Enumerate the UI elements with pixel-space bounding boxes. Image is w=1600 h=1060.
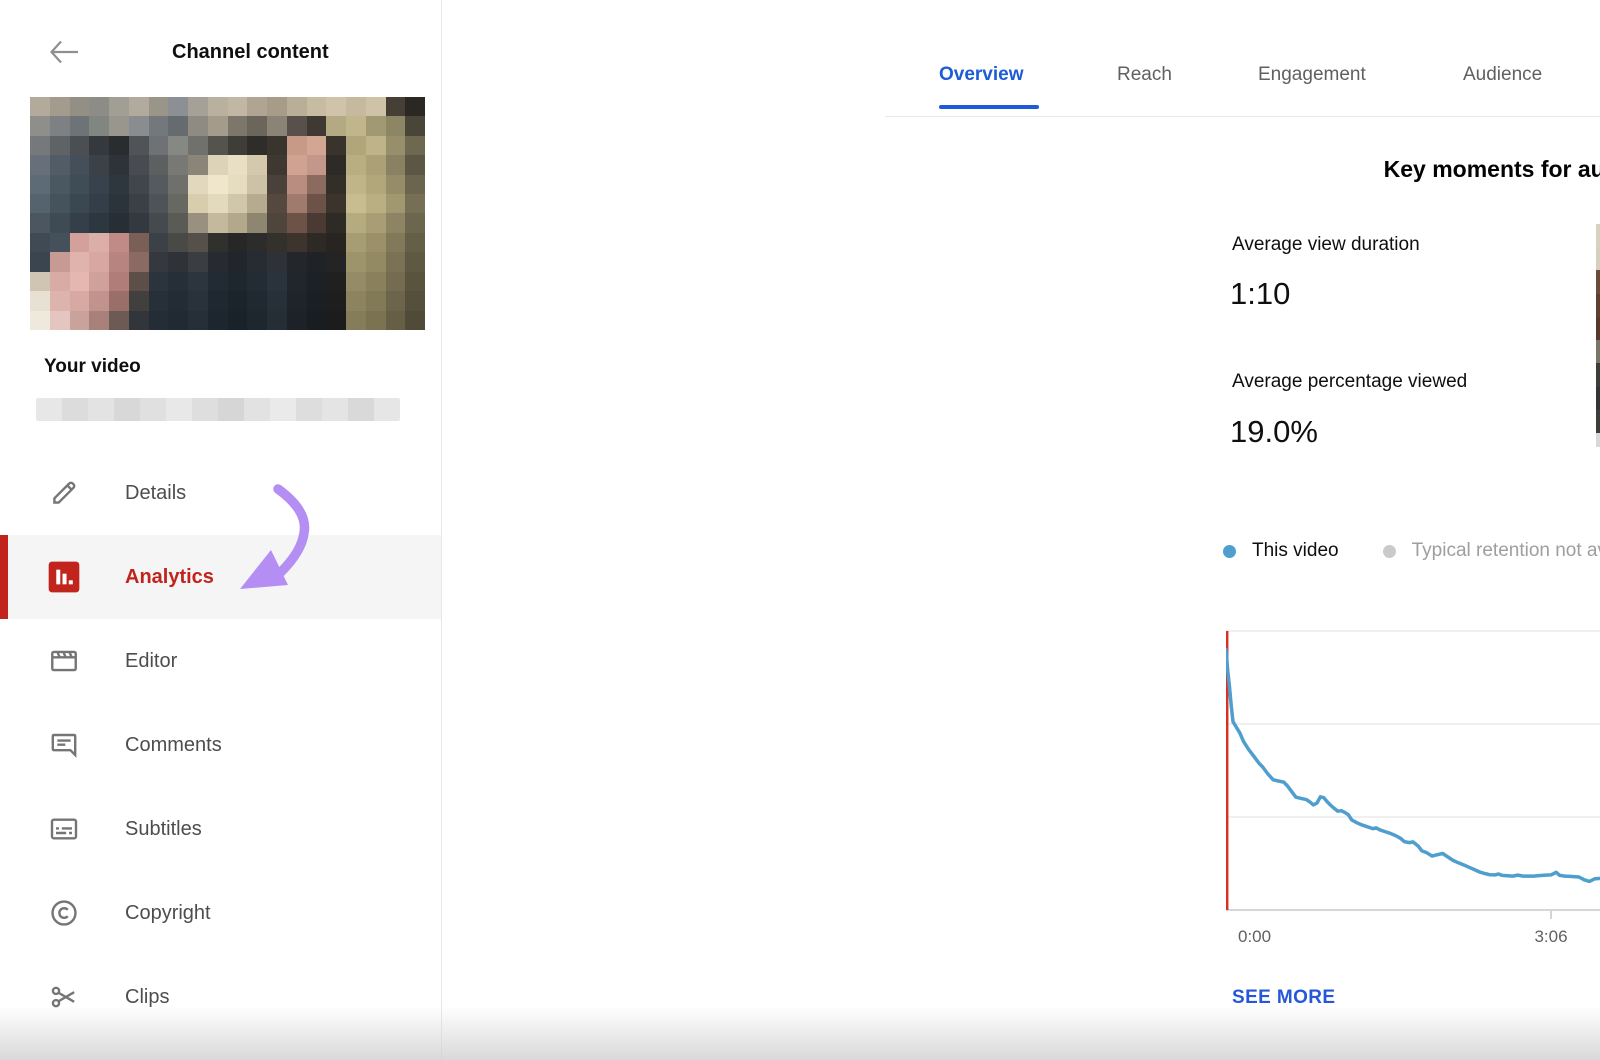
sidebar-item-label: Copyright <box>125 871 211 955</box>
svg-text:0:00: 0:00 <box>1238 927 1271 944</box>
legend-label: This video <box>1252 540 1339 562</box>
legend-typical-retention: Typical retention not available <box>1383 540 1600 562</box>
legend-dot-blue <box>1223 545 1236 558</box>
legend-dot-gray <box>1383 545 1396 558</box>
sidebar: Channel content Your video Details Analy… <box>0 0 442 1060</box>
sidebar-item-copyright[interactable]: Copyright <box>0 871 441 955</box>
tabs-divider <box>885 116 1600 117</box>
tab-audience[interactable]: Audience <box>1463 64 1542 86</box>
legend-label: Typical retention not available <box>1412 540 1600 562</box>
comment-icon <box>48 729 80 761</box>
sidebar-item-label: Clips <box>125 955 169 1039</box>
sidebar-item-analytics[interactable]: Analytics <box>0 535 441 619</box>
chart-legend: This video Typical retention not availab… <box>1223 538 1600 564</box>
tab-overview[interactable]: Overview <box>939 64 1024 86</box>
scissors-icon <box>48 981 80 1013</box>
main-panel: Overview Reach Engagement Audience Key m… <box>442 0 1600 1060</box>
sidebar-menu: Details Analytics Editor <box>0 451 441 1039</box>
avg-percentage-viewed-label: Average percentage viewed <box>1232 371 1467 393</box>
avg-percentage-viewed-value: 19.0% <box>1230 414 1318 450</box>
see-more-link[interactable]: SEE MORE <box>1232 987 1336 1009</box>
legend-this-video: This video <box>1223 540 1339 562</box>
sidebar-item-label: Editor <box>125 619 177 703</box>
sidebar-item-editor[interactable]: Editor <box>0 619 441 703</box>
video-thumbnail-pixelated <box>30 97 425 330</box>
sidebar-header: Channel content <box>47 34 427 70</box>
video-title-blurred <box>36 398 400 421</box>
pencil-icon <box>48 477 80 509</box>
back-arrow-icon[interactable] <box>47 37 81 67</box>
sidebar-item-label: Subtitles <box>125 787 202 871</box>
svg-text:3:06: 3:06 <box>1534 927 1567 944</box>
section-heading: Key moments for audience retention <box>1222 156 1600 183</box>
tab-reach[interactable]: Reach <box>1117 64 1172 86</box>
sidebar-item-label: Details <box>125 451 186 535</box>
sidebar-item-details[interactable]: Details <box>0 451 441 535</box>
copyright-icon <box>48 897 80 929</box>
your-video-label: Your video <box>44 356 141 378</box>
active-indicator-bar <box>0 535 8 619</box>
analytics-icon <box>48 561 80 593</box>
active-tab-underline <box>939 105 1039 109</box>
sidebar-item-clips[interactable]: Clips <box>0 955 441 1039</box>
subtitles-icon <box>48 813 80 845</box>
sidebar-title: Channel content <box>172 34 329 70</box>
sidebar-item-label: Analytics <box>125 535 214 619</box>
sidebar-item-subtitles[interactable]: Subtitles <box>0 787 441 871</box>
tab-engagement[interactable]: Engagement <box>1258 64 1366 86</box>
avg-view-duration-label: Average view duration <box>1232 234 1420 256</box>
key-moment-thumbnail-pixelated <box>1596 224 1600 447</box>
retention-line-chart[interactable]: 120%80%40%0%0:003:066:12 <box>1226 610 1600 944</box>
avg-view-duration-value: 1:10 <box>1230 276 1290 312</box>
sidebar-item-comments[interactable]: Comments <box>0 703 441 787</box>
clapperboard-icon <box>48 645 80 677</box>
sidebar-item-label: Comments <box>125 703 222 787</box>
